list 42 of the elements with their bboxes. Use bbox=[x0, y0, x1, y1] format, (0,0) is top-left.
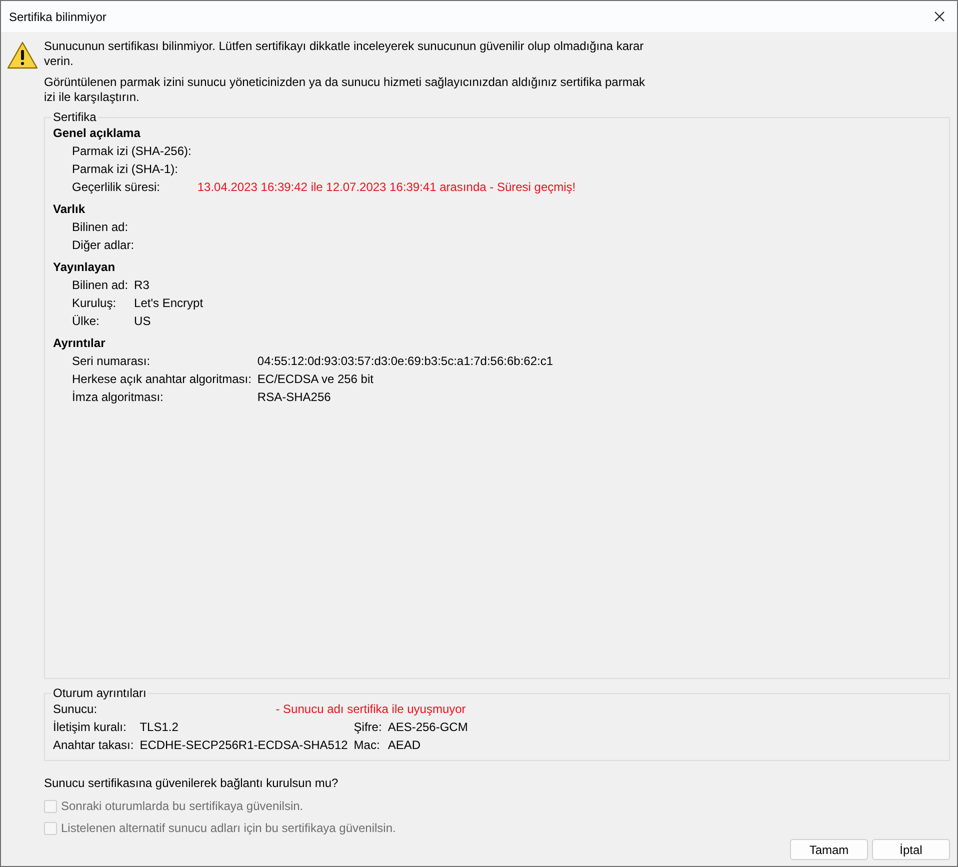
field-label: Sunucu: bbox=[53, 701, 98, 718]
intro-text: Görüntülenen parmak izini sunucu yöneticinizden ya da sunucu hizmeti sağlayıcınızdan aldığınız sertifika parmak izi ile karşılaştırın. bbox=[44, 75, 646, 105]
field-value: TLS1.2 bbox=[140, 719, 180, 736]
field-label: Mac: bbox=[354, 737, 381, 754]
field-value: ECDHE-SECP256R1-ECDSA-SHA512 bbox=[140, 737, 348, 754]
field-value: EC/ECDSA ve 256 bit bbox=[257, 371, 374, 388]
question-text: Sunucu sertifikasına güvenilerek bağlantı kurulsun mu? bbox=[44, 775, 340, 791]
section-heading: Genel açıklama bbox=[53, 125, 142, 142]
intro-text: Sunucunun sertifikası bilinmiyor. Lütfen sertifikayı dikkatle inceleyerek sunucunun güvenilir olup olmadığına karar verin. bbox=[44, 39, 645, 69]
field-value: 04:55:12:0d:93:03:57:d3:0e:69:b3:5c:a1:7d:56:6b:62:c1 bbox=[257, 353, 554, 370]
field-label: Parmak izi (SHA-1): bbox=[72, 161, 180, 178]
warning-icon bbox=[7, 41, 38, 69]
field-label: Kuruluş: bbox=[72, 295, 118, 312]
cancel-button[interactable]: İptal bbox=[872, 839, 950, 860]
group-title: Oturum ayrıntıları bbox=[52, 687, 148, 700]
field-label: Seri numarası: bbox=[72, 353, 152, 370]
field-value: AEAD bbox=[388, 737, 422, 754]
field-value: R3 bbox=[134, 277, 150, 294]
field-label: İmza algoritması: bbox=[72, 389, 164, 406]
field-label: Parmak izi (SHA-256): bbox=[72, 143, 192, 160]
field-label: Diğer adlar: bbox=[72, 237, 134, 254]
field-value: 13.04.2023 16:39:42 ile 12.07.2023 16:39:41 arasında - Süresi geçmiş! bbox=[197, 179, 577, 196]
section-heading: Ayrıntılar bbox=[53, 335, 106, 352]
field-label: Herkese açık anahtar algoritması: bbox=[72, 371, 252, 388]
field-label: Ülke: bbox=[72, 313, 100, 330]
field-label: Geçerlilik süresi: bbox=[72, 179, 162, 196]
field-value: Let's Encrypt bbox=[134, 295, 204, 312]
section-heading: Varlık bbox=[53, 201, 86, 218]
field-label: İletişim kuralı: bbox=[53, 719, 128, 736]
field-value: RSA-SHA256 bbox=[257, 389, 332, 406]
ok-button[interactable]: Tamam bbox=[790, 839, 868, 860]
field-value: US bbox=[134, 313, 152, 330]
error-text: - Sunucu adı sertifika ile uyuşmuyor bbox=[274, 701, 467, 718]
field-value: AES-256-GCM bbox=[388, 719, 469, 736]
close-icon[interactable] bbox=[934, 11, 945, 22]
section-heading: Yayınlayan bbox=[53, 259, 116, 276]
window-title: Sertifika bilinmiyor bbox=[9, 10, 106, 24]
field-label: Bilinen ad: bbox=[72, 219, 130, 236]
field-label: Şifre: bbox=[354, 719, 382, 736]
field-label: Anahtar takası: bbox=[53, 737, 134, 754]
field-label: Bilinen ad: bbox=[72, 277, 128, 294]
group-title: Sertifika bbox=[52, 111, 98, 124]
